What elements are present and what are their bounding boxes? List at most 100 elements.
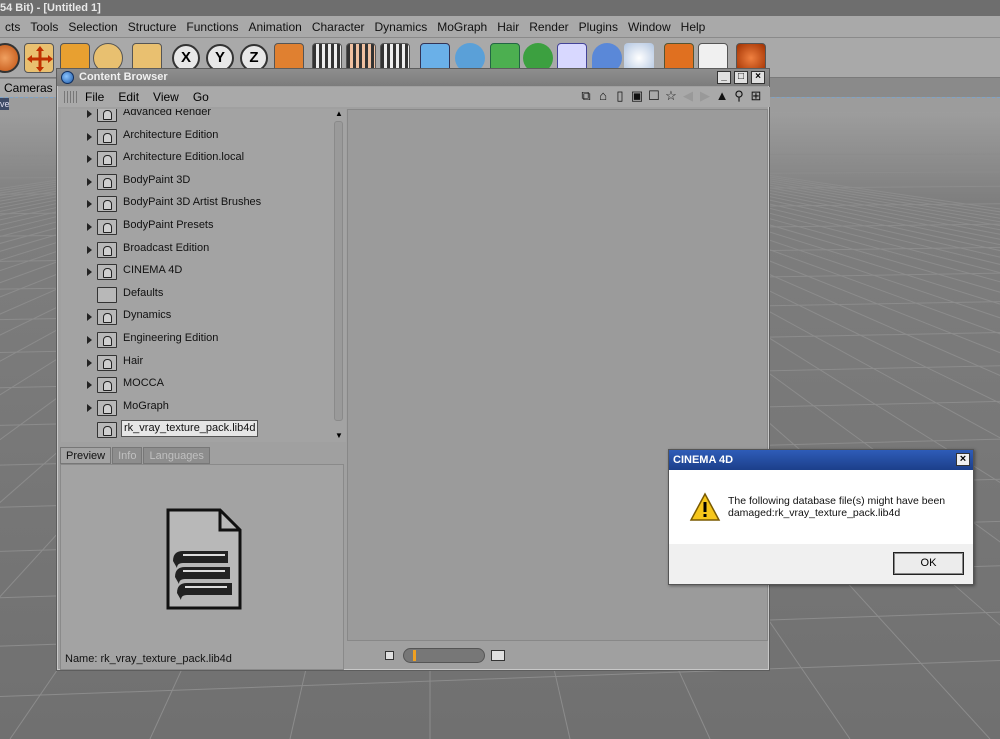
new-view-icon[interactable]: ⧉ — [578, 88, 594, 104]
menu-help[interactable]: Help — [676, 20, 711, 34]
tab-preview[interactable]: Preview — [60, 447, 112, 464]
menu-view[interactable]: View — [146, 90, 186, 104]
lock-icon — [103, 268, 112, 279]
maximize-button[interactable]: □ — [734, 71, 748, 84]
minimize-button[interactable]: _ — [717, 71, 731, 84]
back-arrow-icon[interactable]: ◀ — [680, 88, 696, 104]
locked-folder-icon — [97, 399, 117, 416]
lock-icon — [103, 426, 112, 437]
live-selection-tool-icon[interactable] — [0, 43, 20, 73]
scroll-down-icon[interactable]: ▼ — [333, 431, 345, 441]
dialog-title-bar[interactable]: CINEMA 4D × — [669, 450, 973, 470]
favorites-star-icon[interactable]: ☆ — [663, 88, 679, 104]
locked-folder-icon — [97, 109, 117, 122]
menu-window[interactable]: Window — [623, 20, 676, 34]
search-icon[interactable]: ⚲ — [731, 88, 747, 104]
expand-arrow-icon[interactable] — [87, 313, 92, 322]
lock-icon — [103, 403, 112, 414]
expand-arrow-icon[interactable] — [87, 268, 92, 277]
library-file-icon — [166, 508, 242, 610]
tree-item[interactable]: Broadcast Edition — [61, 239, 331, 261]
menu-tools[interactable]: Tools — [25, 20, 63, 34]
viewport-menu-cameras[interactable]: Cameras — [0, 79, 60, 97]
tree-item-label: Architecture Edition — [123, 128, 219, 141]
menu-character[interactable]: Character — [307, 20, 370, 34]
tree-item[interactable]: BodyPaint 3D Artist Brushes — [61, 193, 331, 215]
ok-button[interactable]: OK — [893, 552, 964, 575]
bookmarks-icon[interactable]: ☐ — [646, 88, 662, 104]
folder-tree[interactable]: Advanced Render Architecture Edition Archi… — [61, 109, 346, 442]
tree-item-label: Advanced Render — [123, 109, 212, 118]
menu-render[interactable]: Render — [524, 20, 573, 34]
menu-cts[interactable]: cts — [0, 20, 25, 34]
menu-mograph[interactable]: MoGraph — [432, 20, 492, 34]
tree-item[interactable]: rk_vray_texture_pack.lib4d — [61, 419, 331, 441]
close-button[interactable]: × — [751, 71, 765, 84]
expand-arrow-icon[interactable] — [87, 132, 92, 141]
menu-plugins[interactable]: Plugins — [574, 20, 623, 34]
slider-knob[interactable] — [413, 650, 417, 661]
tree-item[interactable]: BodyPaint 3D — [61, 171, 331, 193]
catalog-icon[interactable]: ▣ — [629, 88, 645, 104]
tree-item[interactable]: Hair — [61, 352, 331, 374]
menu-hair[interactable]: Hair — [492, 20, 524, 34]
app-title: 54 Bit) - [Untitled 1] — [0, 2, 101, 14]
menubar-grip-icon[interactable] — [64, 91, 78, 103]
presets-icon[interactable]: ▯ — [612, 88, 628, 104]
preview-pane: Name: rk_vray_texture_pack.lib4d — [60, 464, 344, 670]
content-browser-title-bar[interactable]: Content Browser _ □ × — [57, 69, 769, 86]
viewport-tab: ve — [0, 98, 10, 110]
expand-arrow-icon[interactable] — [87, 200, 92, 209]
tree-item[interactable]: Architecture Edition.local — [61, 148, 331, 170]
icon-size-slider[interactable] — [403, 648, 485, 663]
menu-selection[interactable]: Selection — [63, 20, 122, 34]
menu-animation[interactable]: Animation — [243, 20, 306, 34]
locked-folder-icon — [97, 128, 117, 145]
tree-item[interactable]: MoGraph — [61, 397, 331, 419]
home-icon[interactable]: ⌂ — [595, 88, 611, 104]
locked-folder-icon — [97, 354, 117, 371]
tree-item[interactable]: Defaults — [61, 284, 331, 306]
expand-arrow-icon[interactable] — [87, 381, 92, 390]
expand-arrow-icon[interactable] — [87, 155, 92, 164]
move-tool-icon[interactable] — [24, 43, 54, 73]
large-icons-icon[interactable] — [491, 650, 505, 661]
menu-go[interactable]: Go — [186, 90, 216, 104]
forward-arrow-icon[interactable]: ▶ — [697, 88, 713, 104]
tree-item[interactable]: CINEMA 4D — [61, 261, 331, 283]
expand-arrow-icon[interactable] — [87, 223, 92, 231]
tree-item[interactable]: Engineering Edition — [61, 329, 331, 351]
expand-arrow-icon[interactable] — [87, 336, 92, 344]
expand-arrow-icon[interactable] — [87, 358, 92, 367]
tree-scrollbar[interactable]: ▲ ▼ — [333, 109, 345, 442]
scrollbar-thumb[interactable] — [334, 121, 343, 421]
cinema4d-logo-icon — [61, 71, 74, 84]
tab-info[interactable]: Info — [112, 447, 143, 464]
dialog-message: The following database file(s) might hav… — [728, 495, 968, 519]
expand-arrow-icon[interactable] — [87, 110, 92, 118]
menu-edit[interactable]: Edit — [111, 90, 146, 104]
menu-file[interactable]: File — [78, 90, 111, 104]
scroll-up-icon[interactable]: ▲ — [333, 109, 345, 119]
tab-languages[interactable]: Languages — [143, 447, 210, 464]
tree-item[interactable]: Architecture Edition — [61, 126, 331, 148]
lock-icon — [103, 358, 112, 369]
tree-item-label: BodyPaint 3D — [123, 173, 191, 186]
expand-arrow-icon[interactable] — [87, 245, 92, 254]
small-icons-icon[interactable] — [385, 651, 394, 660]
main-menubar: cts Tools Selection Structure Functions Anima… — [0, 16, 1000, 38]
content-browser-toolbar: ⧉ ⌂ ▯ ▣ ☐ ☆ ◀ ▶ ▲ ⚲ ⊞ — [578, 88, 764, 104]
tree-item[interactable]: Dynamics — [61, 306, 331, 328]
lock-icon — [103, 177, 112, 188]
menu-structure[interactable]: Structure — [123, 20, 182, 34]
parent-folder-icon[interactable]: ▲ — [714, 88, 730, 104]
tree-item[interactable]: MOCCA — [61, 374, 331, 396]
expand-arrow-icon[interactable] — [87, 403, 92, 412]
tree-item[interactable]: Advanced Render — [61, 109, 331, 125]
tree-item[interactable]: BodyPaint Presets — [61, 216, 331, 238]
expand-arrow-icon[interactable] — [87, 177, 92, 186]
add-icon[interactable]: ⊞ — [748, 88, 764, 104]
menu-functions[interactable]: Functions — [181, 20, 243, 34]
menu-dynamics[interactable]: Dynamics — [370, 20, 433, 34]
dialog-close-button[interactable]: × — [956, 453, 970, 466]
